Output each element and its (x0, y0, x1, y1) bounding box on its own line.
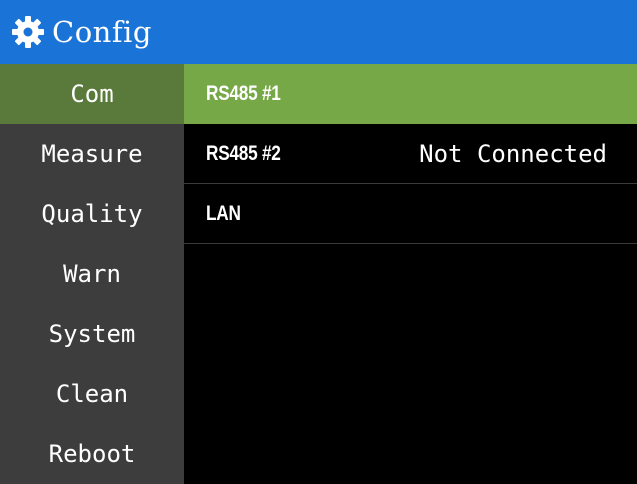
sidebar-item-system[interactable]: System (0, 304, 184, 364)
connection-status: Not Connected (419, 139, 607, 168)
list-item-rs485-2[interactable]: RS485 #2 Not Connected (184, 124, 637, 184)
list-item-label: RS485 #1 (206, 81, 281, 105)
com-settings-list: RS485 #1 RS485 #2 Not Connected LAN (184, 64, 637, 484)
sidebar-item-measure[interactable]: Measure (0, 124, 184, 184)
sidebar-item-quality[interactable]: Quality (0, 184, 184, 244)
list-item-rs485-1[interactable]: RS485 #1 (184, 64, 637, 124)
page-title: Config (52, 15, 152, 49)
list-item-lan[interactable]: LAN (184, 184, 637, 244)
sidebar: Com Measure Quality Warn System Clean Re… (0, 64, 184, 484)
gear-icon (10, 14, 46, 50)
sidebar-item-clean[interactable]: Clean (0, 364, 184, 424)
sidebar-item-com[interactable]: Com (0, 64, 184, 124)
sidebar-item-reboot[interactable]: Reboot (0, 424, 184, 484)
list-item-label: RS485 #2 (206, 141, 281, 165)
list-item-label: LAN (206, 201, 241, 225)
sidebar-item-warn[interactable]: Warn (0, 244, 184, 304)
title-bar: Config (0, 0, 637, 64)
